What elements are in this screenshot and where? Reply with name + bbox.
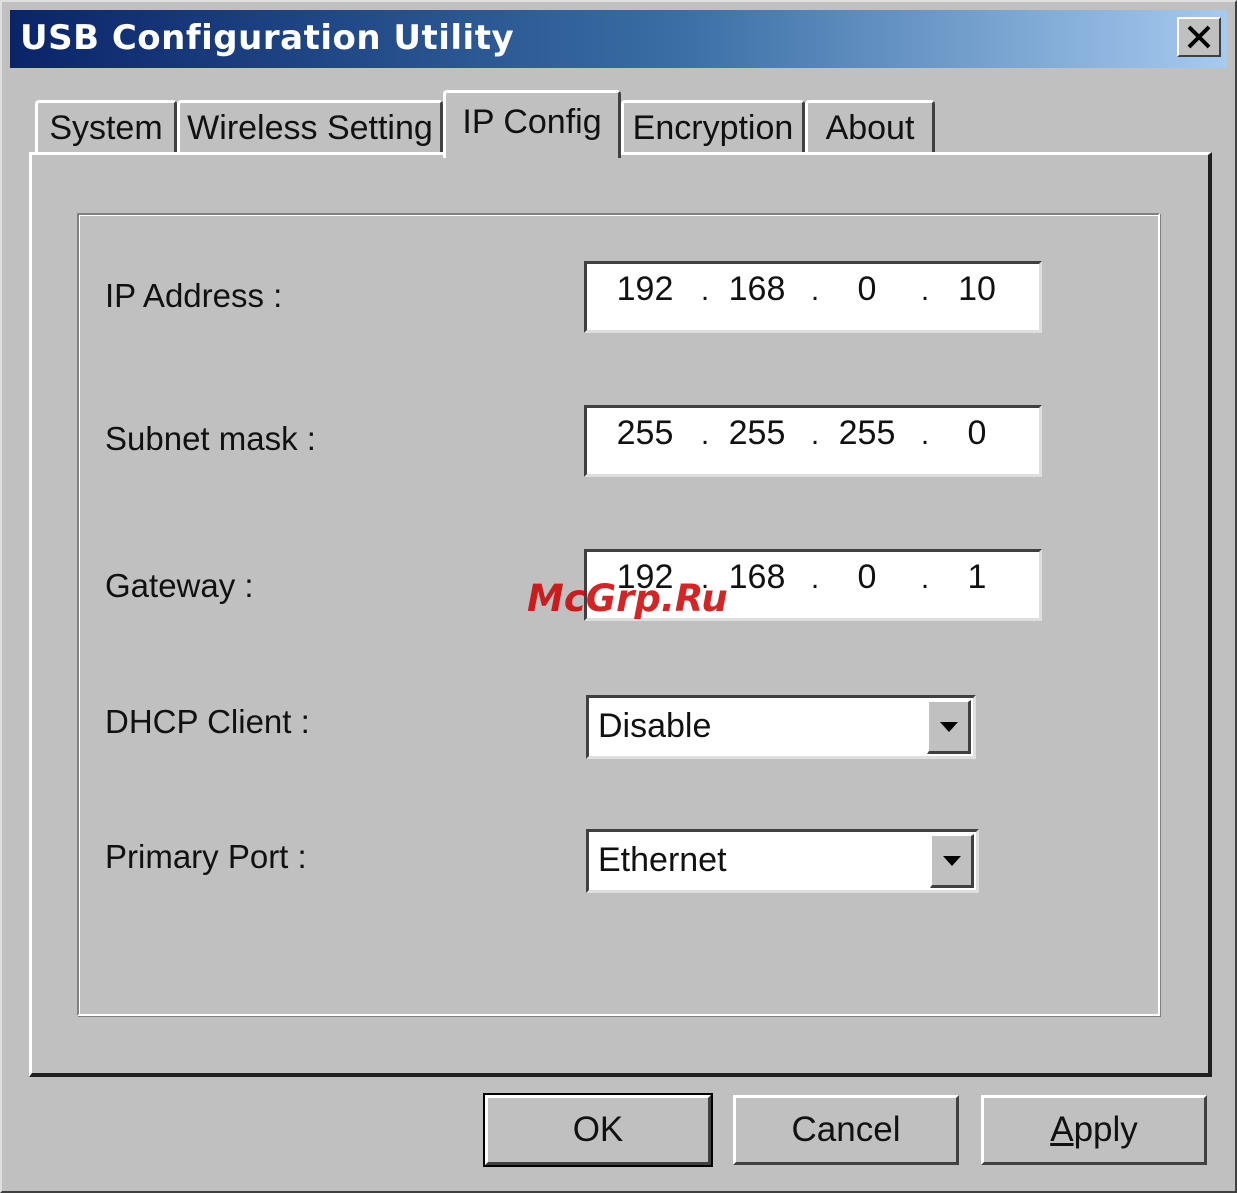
title-bar[interactable]: USB Configuration Utility: [10, 10, 1227, 68]
gateway-dot: .: [700, 562, 710, 595]
dhcp-client-dropdown-button[interactable]: [927, 700, 971, 754]
primary-port-value: Ethernet: [598, 841, 727, 879]
tab-wireless-setting-label: Wireless Setting: [187, 109, 433, 147]
ip-address-input[interactable]: 192 . 168 . 0 . 10: [584, 261, 1042, 333]
gateway-dot: .: [920, 562, 930, 595]
gateway-dot: .: [810, 562, 820, 595]
apply-button[interactable]: Apply: [981, 1095, 1207, 1165]
ip-address-dot: .: [700, 274, 710, 307]
primary-port-label: Primary Port :: [105, 838, 307, 875]
ok-button[interactable]: OK: [483, 1093, 713, 1167]
subnet-mask-dot: .: [700, 418, 710, 451]
tab-encryption[interactable]: Encryption: [621, 100, 805, 154]
subnet-mask-label: Subnet mask :: [105, 420, 316, 457]
ip-address-dot: .: [810, 274, 820, 307]
subnet-mask-dot: .: [920, 418, 930, 451]
apply-label-rest: pply: [1073, 1110, 1138, 1149]
ip-address-octet-4: 10: [958, 270, 996, 308]
apply-button-label: Apply: [1050, 1110, 1138, 1150]
gateway-input[interactable]: 192 . 168 . 0 . 1: [584, 549, 1042, 621]
tab-encryption-label: Encryption: [632, 109, 794, 147]
ip-address-label: IP Address :: [105, 277, 283, 314]
subnet-mask-octet-1: 255: [616, 414, 674, 452]
ip-address-octet-1: 192: [616, 270, 674, 308]
close-icon: [1187, 25, 1211, 49]
cancel-button[interactable]: Cancel: [733, 1095, 959, 1165]
tab-about-label: About: [825, 109, 915, 147]
gateway-octet-3: 0: [857, 558, 877, 596]
ip-config-panel: IP Address : 192 . 168 . 0 . 10 Subnet m…: [29, 152, 1212, 1077]
ip-address-dot: .: [920, 274, 930, 307]
window-title: USB Configuration Utility: [20, 18, 515, 58]
gateway-octet-2: 168: [728, 558, 786, 596]
gateway-label: Gateway :: [105, 567, 254, 604]
tab-ip-config[interactable]: IP Config: [443, 90, 621, 158]
dhcp-client-select[interactable]: Disable: [586, 695, 976, 759]
tab-system-label: System: [49, 109, 163, 147]
subnet-mask-dot: .: [810, 418, 820, 451]
tab-ip-config-label: IP Config: [462, 103, 602, 141]
close-button[interactable]: [1177, 17, 1221, 57]
ip-address-octet-2: 168: [728, 270, 786, 308]
tab-system[interactable]: System: [35, 100, 177, 154]
ip-settings-group: IP Address : 192 . 168 . 0 . 10 Subnet m…: [77, 213, 1160, 1016]
tab-wireless-setting[interactable]: Wireless Setting: [177, 100, 443, 154]
subnet-mask-octet-2: 255: [728, 414, 786, 452]
subnet-mask-octet-3: 255: [838, 414, 896, 452]
chevron-down-icon: [939, 721, 958, 732]
ip-address-octet-3: 0: [857, 270, 877, 308]
apply-mnemonic: A: [1050, 1110, 1074, 1149]
dhcp-client-label: DHCP Client :: [105, 703, 310, 740]
dhcp-client-value: Disable: [598, 707, 712, 745]
cancel-button-label: Cancel: [791, 1110, 901, 1149]
subnet-mask-octet-4: 0: [967, 414, 987, 452]
tab-about[interactable]: About: [805, 100, 935, 154]
dialog-window: USB Configuration Utility System Wireles…: [0, 0, 1237, 1193]
gateway-octet-4: 1: [967, 558, 987, 596]
chevron-down-icon: [942, 855, 961, 866]
gateway-octet-1: 192: [616, 558, 674, 596]
subnet-mask-input[interactable]: 255 . 255 . 255 . 0: [584, 405, 1042, 477]
ok-button-label: OK: [572, 1110, 624, 1149]
primary-port-dropdown-button[interactable]: [930, 834, 974, 888]
primary-port-select[interactable]: Ethernet: [586, 829, 979, 893]
